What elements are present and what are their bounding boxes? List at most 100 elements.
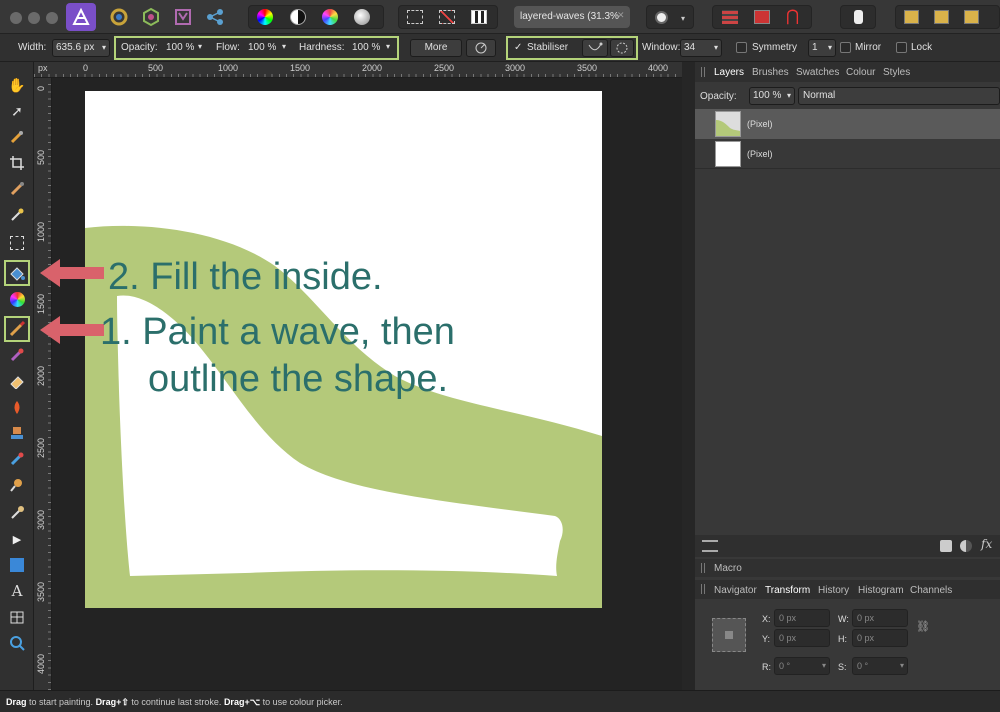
- drag-handle-icon[interactable]: [701, 563, 705, 573]
- tab-swatches[interactable]: Swatches: [796, 67, 839, 78]
- black-white-icon[interactable]: [290, 9, 306, 25]
- mirror-checkbox[interactable]: [840, 42, 851, 53]
- mask-layer-icon[interactable]: [940, 540, 952, 552]
- healing-icon[interactable]: [6, 448, 28, 470]
- fx-icon[interactable]: fx: [981, 537, 992, 551]
- app-logo-icon[interactable]: [66, 3, 96, 31]
- anchor-selector-icon[interactable]: [712, 618, 746, 652]
- more-label: More: [424, 42, 448, 53]
- arrange-icon[interactable]: [754, 10, 770, 24]
- transform-x-field[interactable]: 0 px: [774, 609, 830, 627]
- tab-brushes[interactable]: Brushes: [752, 67, 789, 78]
- tab-macro[interactable]: Macro: [714, 563, 742, 574]
- layer-opacity-field[interactable]: 100 % ▾: [749, 87, 795, 105]
- layer-stack-icon[interactable]: [702, 540, 718, 552]
- force-pressure-button[interactable]: [466, 39, 496, 57]
- move-front-icon[interactable]: [964, 10, 979, 24]
- hsl-icon[interactable]: [322, 9, 338, 25]
- tab-histogram[interactable]: Histogram: [858, 585, 904, 596]
- blend-mode-dropdown[interactable]: Normal: [798, 87, 1000, 105]
- more-button[interactable]: More: [410, 39, 462, 57]
- transform-w-field[interactable]: 0 px: [852, 609, 908, 627]
- quick-mask-button[interactable]: [840, 5, 876, 29]
- chevron-down-icon[interactable]: ▾: [198, 42, 202, 51]
- layer-row[interactable]: (Pixel): [695, 139, 1000, 169]
- opacity-value[interactable]: 100 %: [166, 42, 194, 53]
- grid-icon[interactable]: [722, 10, 738, 24]
- minimize-window-button[interactable]: [28, 12, 40, 24]
- move-back-icon[interactable]: [904, 10, 919, 24]
- selection-brush-icon[interactable]: [6, 178, 28, 200]
- symmetry-count-field[interactable]: 1 ▾: [808, 39, 836, 57]
- hardness-value[interactable]: 100 %: [352, 42, 380, 53]
- transform-s-value: 0 °: [857, 661, 869, 671]
- chevron-down-icon[interactable]: ▾: [386, 42, 390, 51]
- marquee-icon[interactable]: [6, 232, 28, 254]
- chevron-down-icon[interactable]: ▾: [282, 42, 286, 51]
- symmetry-checkbox[interactable]: [736, 42, 747, 53]
- layer-opacity-label: Opacity:: [700, 91, 737, 102]
- dodge-icon[interactable]: [6, 396, 28, 418]
- develop-persona-icon[interactable]: [168, 3, 198, 31]
- crop-icon[interactable]: [6, 152, 28, 174]
- move-forward-icon[interactable]: [934, 10, 949, 24]
- tab-transform[interactable]: Transform: [765, 585, 810, 596]
- window-field[interactable]: 34 ▾: [680, 39, 722, 57]
- photo-persona-icon[interactable]: [104, 3, 134, 31]
- clone-icon[interactable]: [6, 422, 28, 444]
- levels-icon[interactable]: [354, 9, 370, 25]
- tab-channels[interactable]: Channels: [910, 585, 952, 596]
- text-icon[interactable]: A: [6, 580, 28, 602]
- flow-value[interactable]: 100 %: [248, 42, 276, 53]
- export-persona-icon[interactable]: [200, 3, 230, 31]
- zoom-window-button[interactable]: [46, 12, 58, 24]
- tab-layers[interactable]: Layers: [714, 67, 744, 78]
- tab-navigator[interactable]: Navigator: [714, 585, 757, 596]
- paint-brush-icon[interactable]: [4, 316, 30, 342]
- lock-checkbox[interactable]: [896, 42, 907, 53]
- transform-r-field[interactable]: 0 ° ▾: [774, 657, 830, 675]
- flood-fill-icon[interactable]: [4, 260, 30, 286]
- rectangle-icon[interactable]: [6, 554, 28, 576]
- rope-icon: [588, 42, 603, 51]
- sponge-icon[interactable]: [6, 502, 28, 524]
- gradient-icon[interactable]: [6, 288, 28, 310]
- select-all-icon[interactable]: [407, 10, 423, 24]
- zoom-icon[interactable]: [6, 632, 28, 654]
- drag-handle-icon[interactable]: [701, 67, 705, 77]
- stabiliser-checkmark-icon[interactable]: ✓: [514, 42, 522, 53]
- mode-dropdown[interactable]: ▾: [646, 5, 694, 29]
- width-field[interactable]: 635.6 px ▾: [52, 39, 110, 57]
- rope-mode-button[interactable]: [582, 39, 608, 57]
- color-picker-icon[interactable]: [6, 126, 28, 148]
- close-window-button[interactable]: [10, 12, 22, 24]
- window-mode-button[interactable]: [610, 39, 634, 57]
- arrow-step1-icon: [40, 316, 104, 344]
- tab-history[interactable]: History: [818, 585, 849, 596]
- deselect-icon[interactable]: [439, 10, 455, 24]
- lock-label: Lock: [911, 42, 933, 53]
- invert-selection-icon[interactable]: [471, 10, 487, 24]
- link-aspect-icon[interactable]: ⛓: [916, 620, 930, 633]
- document-close-icon[interactable]: ✕: [617, 10, 625, 21]
- transform-s-field[interactable]: 0 ° ▾: [852, 657, 908, 675]
- tab-styles[interactable]: Styles: [883, 67, 910, 78]
- flood-select-icon[interactable]: [6, 204, 28, 226]
- liquify-persona-icon[interactable]: [136, 3, 166, 31]
- move-icon[interactable]: ➚: [6, 100, 28, 122]
- colour-wheel-icon[interactable]: [257, 9, 273, 25]
- adjustment-layer-icon[interactable]: [960, 540, 972, 552]
- color-replace-icon[interactable]: [6, 344, 28, 366]
- drag-handle-icon[interactable]: [701, 584, 705, 594]
- snapping-magnet-icon[interactable]: ⋂: [786, 8, 804, 26]
- eraser-icon[interactable]: [6, 370, 28, 392]
- smudge-icon[interactable]: [6, 474, 28, 496]
- layer-row[interactable]: (Pixel): [695, 109, 1000, 139]
- transform-y-field[interactable]: 0 px: [774, 629, 830, 647]
- tab-colour[interactable]: Colour: [846, 67, 875, 78]
- mesh-warp-icon[interactable]: [6, 606, 28, 628]
- node-icon[interactable]: ▶: [6, 528, 28, 550]
- hand-icon[interactable]: ✋: [6, 74, 28, 96]
- transform-h-field[interactable]: 0 px: [852, 629, 908, 647]
- document-tab[interactable]: layered-waves (31.3%: [514, 6, 630, 28]
